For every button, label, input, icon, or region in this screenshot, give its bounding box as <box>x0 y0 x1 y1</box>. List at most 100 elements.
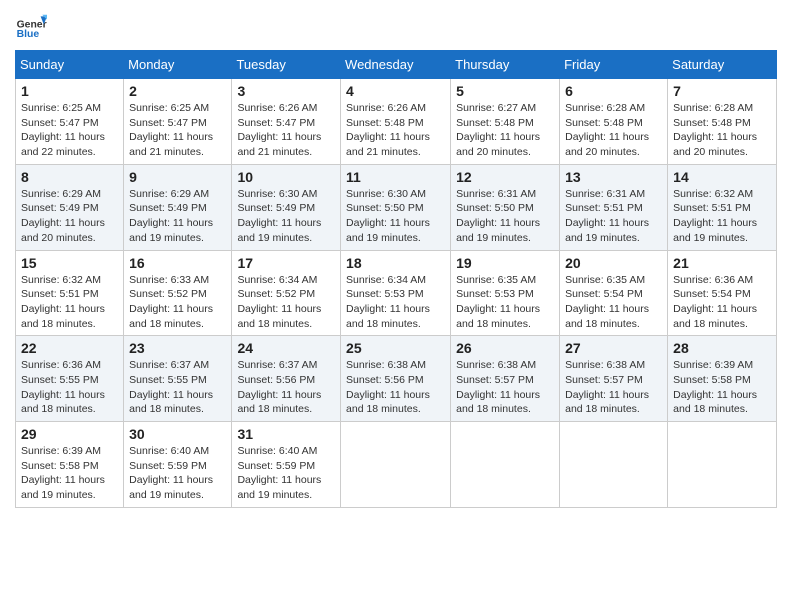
day-info: Sunrise: 6:40 AMSunset: 5:59 PMDaylight:… <box>129 445 213 501</box>
day-info: Sunrise: 6:32 AMSunset: 5:51 PMDaylight:… <box>21 274 105 330</box>
day-info: Sunrise: 6:37 AMSunset: 5:55 PMDaylight:… <box>129 359 213 415</box>
day-number: 14 <box>673 169 771 185</box>
calendar-day-cell: 13 Sunrise: 6:31 AMSunset: 5:51 PMDaylig… <box>560 164 668 250</box>
day-info: Sunrise: 6:31 AMSunset: 5:50 PMDaylight:… <box>456 188 540 244</box>
calendar-header-cell: Monday <box>124 51 232 79</box>
day-info: Sunrise: 6:38 AMSunset: 5:56 PMDaylight:… <box>346 359 430 415</box>
calendar-header-cell: Sunday <box>16 51 124 79</box>
calendar-day-cell: 7 Sunrise: 6:28 AMSunset: 5:48 PMDayligh… <box>668 79 777 165</box>
calendar-header-cell: Saturday <box>668 51 777 79</box>
calendar-day-cell <box>451 422 560 508</box>
day-info: Sunrise: 6:29 AMSunset: 5:49 PMDaylight:… <box>129 188 213 244</box>
calendar-day-cell <box>668 422 777 508</box>
logo: General Blue <box>15 10 47 42</box>
day-info: Sunrise: 6:36 AMSunset: 5:55 PMDaylight:… <box>21 359 105 415</box>
calendar-day-cell: 2 Sunrise: 6:25 AMSunset: 5:47 PMDayligh… <box>124 79 232 165</box>
day-info: Sunrise: 6:31 AMSunset: 5:51 PMDaylight:… <box>565 188 649 244</box>
calendar-week-row: 29 Sunrise: 6:39 AMSunset: 5:58 PMDaylig… <box>16 422 777 508</box>
calendar-day-cell: 6 Sunrise: 6:28 AMSunset: 5:48 PMDayligh… <box>560 79 668 165</box>
day-number: 16 <box>129 255 226 271</box>
day-info: Sunrise: 6:39 AMSunset: 5:58 PMDaylight:… <box>21 445 105 501</box>
day-number: 21 <box>673 255 771 271</box>
calendar-day-cell: 10 Sunrise: 6:30 AMSunset: 5:49 PMDaylig… <box>232 164 341 250</box>
calendar-week-row: 8 Sunrise: 6:29 AMSunset: 5:49 PMDayligh… <box>16 164 777 250</box>
day-info: Sunrise: 6:26 AMSunset: 5:48 PMDaylight:… <box>346 102 430 158</box>
day-number: 30 <box>129 426 226 442</box>
day-info: Sunrise: 6:32 AMSunset: 5:51 PMDaylight:… <box>673 188 757 244</box>
day-number: 24 <box>237 340 335 356</box>
day-info: Sunrise: 6:40 AMSunset: 5:59 PMDaylight:… <box>237 445 321 501</box>
calendar-day-cell: 12 Sunrise: 6:31 AMSunset: 5:50 PMDaylig… <box>451 164 560 250</box>
day-number: 28 <box>673 340 771 356</box>
day-number: 26 <box>456 340 554 356</box>
calendar-day-cell: 22 Sunrise: 6:36 AMSunset: 5:55 PMDaylig… <box>16 336 124 422</box>
calendar-day-cell: 8 Sunrise: 6:29 AMSunset: 5:49 PMDayligh… <box>16 164 124 250</box>
calendar-day-cell: 30 Sunrise: 6:40 AMSunset: 5:59 PMDaylig… <box>124 422 232 508</box>
calendar-day-cell: 18 Sunrise: 6:34 AMSunset: 5:53 PMDaylig… <box>341 250 451 336</box>
day-info: Sunrise: 6:27 AMSunset: 5:48 PMDaylight:… <box>456 102 540 158</box>
day-number: 9 <box>129 169 226 185</box>
header: General Blue <box>15 10 777 42</box>
calendar-week-row: 1 Sunrise: 6:25 AMSunset: 5:47 PMDayligh… <box>16 79 777 165</box>
calendar-week-row: 22 Sunrise: 6:36 AMSunset: 5:55 PMDaylig… <box>16 336 777 422</box>
day-number: 8 <box>21 169 118 185</box>
calendar-day-cell: 21 Sunrise: 6:36 AMSunset: 5:54 PMDaylig… <box>668 250 777 336</box>
day-number: 31 <box>237 426 335 442</box>
day-number: 27 <box>565 340 662 356</box>
day-info: Sunrise: 6:39 AMSunset: 5:58 PMDaylight:… <box>673 359 757 415</box>
day-info: Sunrise: 6:28 AMSunset: 5:48 PMDaylight:… <box>673 102 757 158</box>
calendar-day-cell: 15 Sunrise: 6:32 AMSunset: 5:51 PMDaylig… <box>16 250 124 336</box>
calendar-header-cell: Wednesday <box>341 51 451 79</box>
day-number: 19 <box>456 255 554 271</box>
day-info: Sunrise: 6:38 AMSunset: 5:57 PMDaylight:… <box>456 359 540 415</box>
calendar-day-cell: 4 Sunrise: 6:26 AMSunset: 5:48 PMDayligh… <box>341 79 451 165</box>
calendar-day-cell: 26 Sunrise: 6:38 AMSunset: 5:57 PMDaylig… <box>451 336 560 422</box>
calendar-week-row: 15 Sunrise: 6:32 AMSunset: 5:51 PMDaylig… <box>16 250 777 336</box>
day-info: Sunrise: 6:33 AMSunset: 5:52 PMDaylight:… <box>129 274 213 330</box>
logo-icon: General Blue <box>15 10 47 42</box>
calendar-header-row: SundayMondayTuesdayWednesdayThursdayFrid… <box>16 51 777 79</box>
day-number: 7 <box>673 83 771 99</box>
calendar-day-cell: 20 Sunrise: 6:35 AMSunset: 5:54 PMDaylig… <box>560 250 668 336</box>
day-info: Sunrise: 6:36 AMSunset: 5:54 PMDaylight:… <box>673 274 757 330</box>
calendar-day-cell: 11 Sunrise: 6:30 AMSunset: 5:50 PMDaylig… <box>341 164 451 250</box>
day-number: 18 <box>346 255 445 271</box>
day-info: Sunrise: 6:35 AMSunset: 5:54 PMDaylight:… <box>565 274 649 330</box>
day-number: 3 <box>237 83 335 99</box>
calendar-day-cell: 14 Sunrise: 6:32 AMSunset: 5:51 PMDaylig… <box>668 164 777 250</box>
day-info: Sunrise: 6:30 AMSunset: 5:50 PMDaylight:… <box>346 188 430 244</box>
day-number: 23 <box>129 340 226 356</box>
calendar-day-cell: 23 Sunrise: 6:37 AMSunset: 5:55 PMDaylig… <box>124 336 232 422</box>
calendar-body: 1 Sunrise: 6:25 AMSunset: 5:47 PMDayligh… <box>16 79 777 508</box>
day-info: Sunrise: 6:29 AMSunset: 5:49 PMDaylight:… <box>21 188 105 244</box>
day-number: 1 <box>21 83 118 99</box>
calendar-header-cell: Tuesday <box>232 51 341 79</box>
day-info: Sunrise: 6:37 AMSunset: 5:56 PMDaylight:… <box>237 359 321 415</box>
day-info: Sunrise: 6:38 AMSunset: 5:57 PMDaylight:… <box>565 359 649 415</box>
calendar-day-cell: 27 Sunrise: 6:38 AMSunset: 5:57 PMDaylig… <box>560 336 668 422</box>
calendar-day-cell: 9 Sunrise: 6:29 AMSunset: 5:49 PMDayligh… <box>124 164 232 250</box>
calendar-day-cell: 31 Sunrise: 6:40 AMSunset: 5:59 PMDaylig… <box>232 422 341 508</box>
calendar-day-cell: 19 Sunrise: 6:35 AMSunset: 5:53 PMDaylig… <box>451 250 560 336</box>
day-info: Sunrise: 6:34 AMSunset: 5:53 PMDaylight:… <box>346 274 430 330</box>
day-info: Sunrise: 6:25 AMSunset: 5:47 PMDaylight:… <box>129 102 213 158</box>
calendar-day-cell: 29 Sunrise: 6:39 AMSunset: 5:58 PMDaylig… <box>16 422 124 508</box>
day-number: 5 <box>456 83 554 99</box>
day-info: Sunrise: 6:34 AMSunset: 5:52 PMDaylight:… <box>237 274 321 330</box>
day-info: Sunrise: 6:28 AMSunset: 5:48 PMDaylight:… <box>565 102 649 158</box>
calendar-day-cell <box>560 422 668 508</box>
calendar-day-cell: 24 Sunrise: 6:37 AMSunset: 5:56 PMDaylig… <box>232 336 341 422</box>
day-number: 20 <box>565 255 662 271</box>
calendar: SundayMondayTuesdayWednesdayThursdayFrid… <box>15 50 777 508</box>
day-number: 17 <box>237 255 335 271</box>
day-number: 15 <box>21 255 118 271</box>
day-number: 25 <box>346 340 445 356</box>
calendar-header-cell: Friday <box>560 51 668 79</box>
day-info: Sunrise: 6:26 AMSunset: 5:47 PMDaylight:… <box>237 102 321 158</box>
calendar-day-cell: 5 Sunrise: 6:27 AMSunset: 5:48 PMDayligh… <box>451 79 560 165</box>
calendar-day-cell: 1 Sunrise: 6:25 AMSunset: 5:47 PMDayligh… <box>16 79 124 165</box>
calendar-day-cell: 16 Sunrise: 6:33 AMSunset: 5:52 PMDaylig… <box>124 250 232 336</box>
day-number: 22 <box>21 340 118 356</box>
calendar-day-cell: 3 Sunrise: 6:26 AMSunset: 5:47 PMDayligh… <box>232 79 341 165</box>
day-info: Sunrise: 6:25 AMSunset: 5:47 PMDaylight:… <box>21 102 105 158</box>
